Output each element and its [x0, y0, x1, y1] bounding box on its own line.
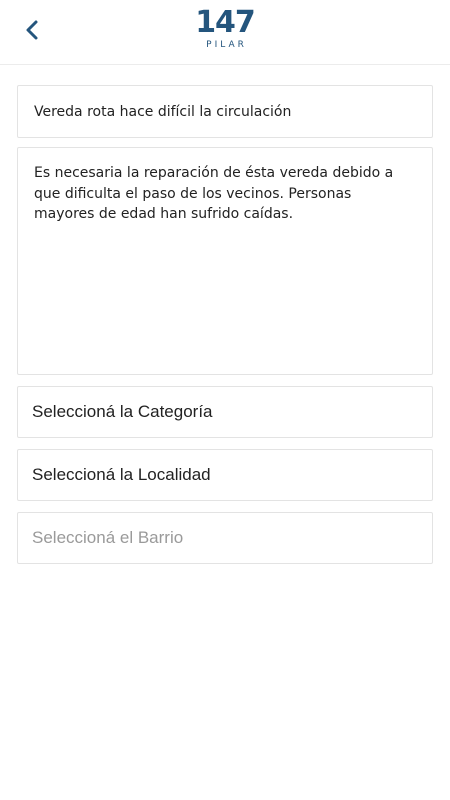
localidad-select-label: Seleccioná la Localidad: [32, 465, 211, 484]
title-input[interactable]: Vereda rota hace difícil la circulación: [17, 85, 433, 138]
description-value: Es necesaria la reparación de ésta vered…: [34, 165, 394, 222]
chevron-left-icon: [26, 20, 38, 40]
barrio-select-label: Seleccioná el Barrio: [32, 528, 184, 547]
app-screen: 147 PILAR Vereda rota hace difícil la ci…: [0, 0, 450, 800]
categoria-select-label: Seleccioná la Categoría: [32, 402, 213, 421]
back-button[interactable]: [16, 14, 48, 46]
description-textarea[interactable]: Es necesaria la reparación de ésta vered…: [17, 147, 433, 375]
localidad-select[interactable]: Seleccioná la Localidad: [17, 449, 433, 501]
header-bar: 147 PILAR: [0, 0, 450, 65]
categoria-select[interactable]: Seleccioná la Categoría: [17, 386, 433, 438]
logo-subtitle: PILAR: [206, 40, 247, 50]
title-input-value: Vereda rota hace difícil la circulación: [34, 103, 292, 120]
logo-number: 147: [195, 5, 256, 40]
barrio-select[interactable]: Seleccioná el Barrio: [17, 512, 433, 564]
app-logo: 147 PILAR: [190, 5, 260, 51]
